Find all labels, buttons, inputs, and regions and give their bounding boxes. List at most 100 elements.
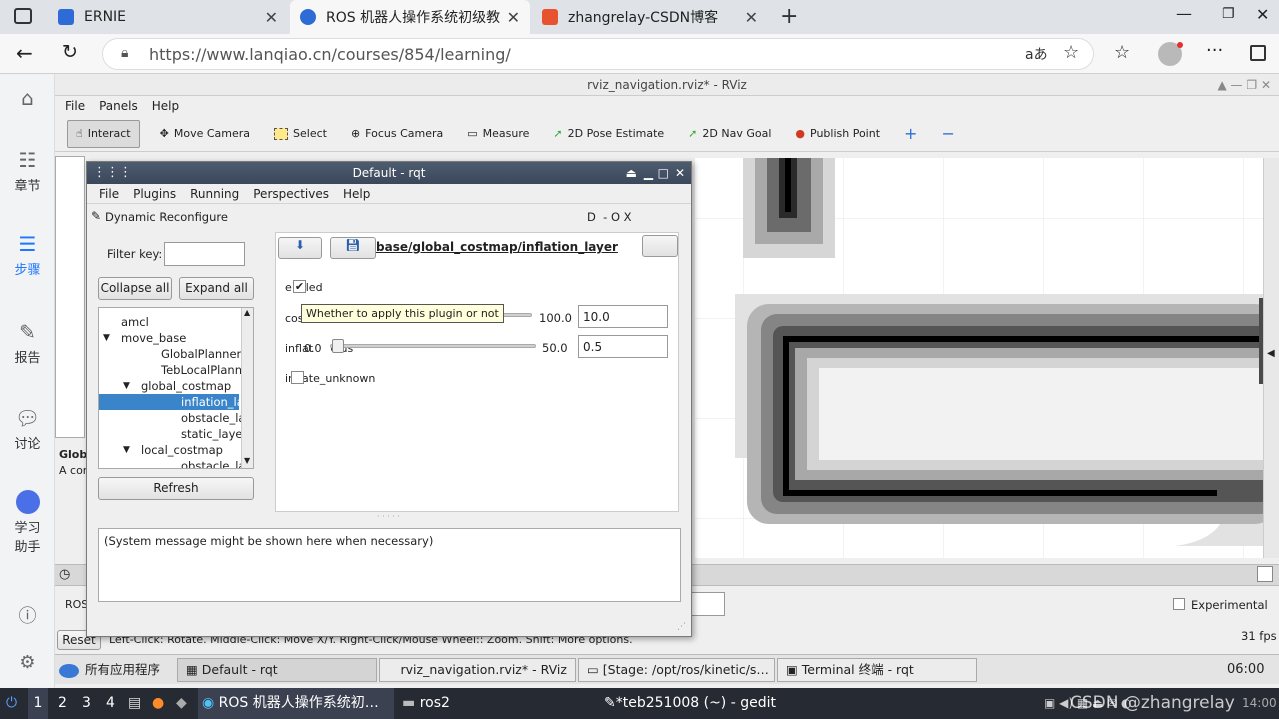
task-browser[interactable]: ◉ ROS 机器人操作系统初… bbox=[198, 688, 394, 719]
minimize-icon[interactable]: — bbox=[1176, 4, 1192, 23]
task-stage[interactable]: ▭ [Stage: /opt/ros/kinetic/s… bbox=[578, 658, 775, 682]
maximize-icon[interactable]: □ bbox=[658, 162, 669, 184]
tree-item[interactable]: static_layer bbox=[99, 426, 247, 442]
pose-estimate-tool[interactable]: ➚ 2D Pose Estimate bbox=[549, 120, 668, 148]
menu-running[interactable]: Running bbox=[190, 184, 239, 203]
cost-scaling-input[interactable]: 10.0 bbox=[578, 305, 668, 328]
resize-grip-icon[interactable]: ⋰ bbox=[677, 622, 686, 632]
time-field[interactable] bbox=[689, 592, 725, 616]
publish-point-tool[interactable]: ● Publish Point bbox=[791, 120, 884, 148]
add-tool-button[interactable]: + bbox=[900, 120, 921, 148]
refresh-icon[interactable]: ↻ bbox=[62, 41, 78, 63]
close-icon[interactable]: ✕ bbox=[675, 162, 685, 184]
tree-item[interactable]: GlobalPlanner bbox=[99, 346, 241, 362]
sidebar-toggle-icon[interactable] bbox=[1250, 45, 1266, 61]
refresh-button[interactable]: Refresh bbox=[98, 477, 254, 500]
tab-csdn[interactable]: zhangrelay-CSDN博客 ✕ bbox=[532, 0, 768, 34]
minimize-icon[interactable]: ▁ bbox=[644, 162, 653, 184]
3d-view[interactable]: « bbox=[695, 158, 1277, 558]
sidebar-item-report[interactable]: ✎ 报告 bbox=[0, 320, 55, 366]
chevron-down-icon[interactable]: ▼ bbox=[123, 442, 130, 458]
tree-item[interactable]: obstacle_la… bbox=[99, 410, 253, 426]
measure-tool[interactable]: ▭ Measure bbox=[463, 120, 533, 148]
window-controls-icon[interactable]: ▲ — ❐ ✕ bbox=[1218, 74, 1271, 96]
tree-item[interactable]: obstacle_la… bbox=[99, 458, 253, 468]
url-bar[interactable]: 🔒︎ https://www.lanqiao.cn/courses/854/le… bbox=[102, 38, 1094, 70]
task-rqt[interactable]: ▦ Default - rqt bbox=[177, 658, 377, 682]
sidebar-item-steps[interactable]: ☰ 步骤 bbox=[0, 232, 55, 278]
task-gedit[interactable]: ✎*teb251008 (~) - gedit bbox=[604, 688, 776, 719]
favorite-star-icon[interactable]: ☆ bbox=[1063, 42, 1079, 63]
menu-help[interactable]: Help bbox=[152, 96, 179, 116]
start-icon[interactable]: ⏻ bbox=[6, 688, 17, 719]
inflation-radius-input[interactable]: 0.5 bbox=[578, 335, 668, 358]
collapse-all-button[interactable]: Collapse all bbox=[98, 277, 172, 300]
close-panel-button[interactable] bbox=[642, 235, 678, 257]
task-ros2[interactable]: ▬ ros2 bbox=[402, 688, 450, 719]
inflation-radius-slider[interactable] bbox=[330, 344, 536, 348]
task-terminal[interactable]: ▣ Terminal 终端 - rqt bbox=[777, 658, 977, 682]
workspace-4[interactable]: 4 bbox=[106, 688, 115, 719]
restore-icon[interactable]: ❐ bbox=[1222, 6, 1235, 22]
expand-all-button[interactable]: Expand all bbox=[179, 277, 254, 300]
tab-ros[interactable]: ROS 机器人操作系统初级教 ✕ bbox=[290, 0, 530, 34]
menu-file[interactable]: File bbox=[99, 184, 119, 203]
plugin-window-controls[interactable]: D - O X bbox=[587, 210, 632, 224]
splitter-handle[interactable]: · · · · · bbox=[377, 512, 400, 521]
inflation-radius-knob[interactable] bbox=[332, 339, 345, 353]
tab-ernie[interactable]: ERNIE ✕ bbox=[48, 0, 288, 34]
tree-scrollbar[interactable]: ▲ ▼ bbox=[241, 308, 253, 468]
chevron-down-icon[interactable]: ▼ bbox=[103, 330, 110, 346]
back-icon[interactable]: ← bbox=[16, 41, 33, 65]
settings-button[interactable]: ⚙ bbox=[0, 652, 55, 676]
nav-goal-tool[interactable]: ➚ 2D Nav Goal bbox=[684, 120, 775, 148]
workspace-3[interactable]: 3 bbox=[82, 688, 91, 719]
home-button[interactable]: ⌂ bbox=[0, 86, 55, 113]
close-icon[interactable]: ✕ bbox=[745, 8, 758, 27]
remove-tool-button[interactable]: − bbox=[937, 120, 958, 148]
tree-item[interactable]: ▼ global_costmap bbox=[99, 378, 239, 394]
read-aloud-icon[interactable]: aあ bbox=[1025, 44, 1048, 64]
side-scroll-strip[interactable]: ◀ bbox=[1263, 158, 1279, 558]
filter-key-input[interactable] bbox=[164, 242, 245, 266]
interact-tool[interactable]: ☝ Interact bbox=[67, 119, 140, 148]
sidebar-item-chapters[interactable]: ☷ 章节 bbox=[0, 148, 55, 194]
tree-item[interactable]: amcl bbox=[99, 314, 239, 330]
tree-item[interactable]: ▼ move_base bbox=[99, 330, 239, 346]
help-button[interactable]: ⓘ bbox=[0, 602, 55, 631]
shade-icon[interactable]: ⏏ bbox=[626, 162, 637, 184]
window-menu-icon[interactable]: ⋮⋮⋮ bbox=[93, 162, 132, 184]
tab-actions-icon[interactable] bbox=[14, 8, 32, 24]
save-button[interactable]: 💾︎ bbox=[330, 237, 376, 259]
task-rviz[interactable]: rviz_navigation.rviz* - RViz bbox=[379, 658, 576, 682]
menu-panels[interactable]: Panels bbox=[99, 96, 138, 116]
move-camera-tool[interactable]: ✥ Move Camera bbox=[156, 120, 254, 148]
experimental-checkbox[interactable] bbox=[1173, 598, 1185, 610]
menu-help[interactable]: Help bbox=[343, 184, 370, 203]
workspace-2[interactable]: 2 bbox=[58, 688, 67, 719]
load-button[interactable]: ⬇ bbox=[278, 237, 322, 259]
more-options-icon[interactable]: ··· bbox=[1206, 40, 1223, 61]
corner-box[interactable] bbox=[1257, 566, 1273, 582]
app-icon[interactable]: ◆ bbox=[176, 688, 187, 719]
workspace-1[interactable]: 1 bbox=[28, 688, 48, 719]
enabled-checkbox[interactable]: ✔ bbox=[293, 280, 306, 293]
firefox-icon[interactable]: ● bbox=[152, 688, 164, 719]
menu-file[interactable]: File bbox=[65, 96, 85, 116]
menu-perspectives[interactable]: Perspectives bbox=[253, 184, 329, 203]
sidebar-item-assistant[interactable]: 学习 助手 bbox=[0, 490, 55, 555]
inflate-unknown-checkbox[interactable] bbox=[291, 371, 304, 384]
chevron-down-icon[interactable]: ▼ bbox=[123, 378, 130, 394]
tree-item[interactable]: TebLocalPlanne… bbox=[99, 362, 253, 378]
tree-item[interactable]: ▼ local_costmap bbox=[99, 442, 239, 458]
apps-menu-button[interactable]: 所有应用程序 bbox=[59, 658, 160, 682]
file-manager-icon[interactable]: ▤ bbox=[128, 688, 141, 719]
tree-item[interactable]: inflation_layer bbox=[99, 394, 253, 410]
new-tab-button[interactable]: + bbox=[780, 4, 798, 29]
favorites-icon[interactable]: ☆ bbox=[1114, 42, 1130, 63]
focus-camera-tool[interactable]: ⊕ Focus Camera bbox=[347, 120, 447, 148]
select-tool[interactable]: Select bbox=[270, 120, 331, 148]
sidebar-item-discuss[interactable]: 💬︎ 讨论 bbox=[0, 406, 55, 452]
menu-plugins[interactable]: Plugins bbox=[133, 184, 176, 203]
node-tree[interactable]: amcl ▼ move_base GlobalPlanner TebLocalPlann… bbox=[98, 307, 254, 469]
